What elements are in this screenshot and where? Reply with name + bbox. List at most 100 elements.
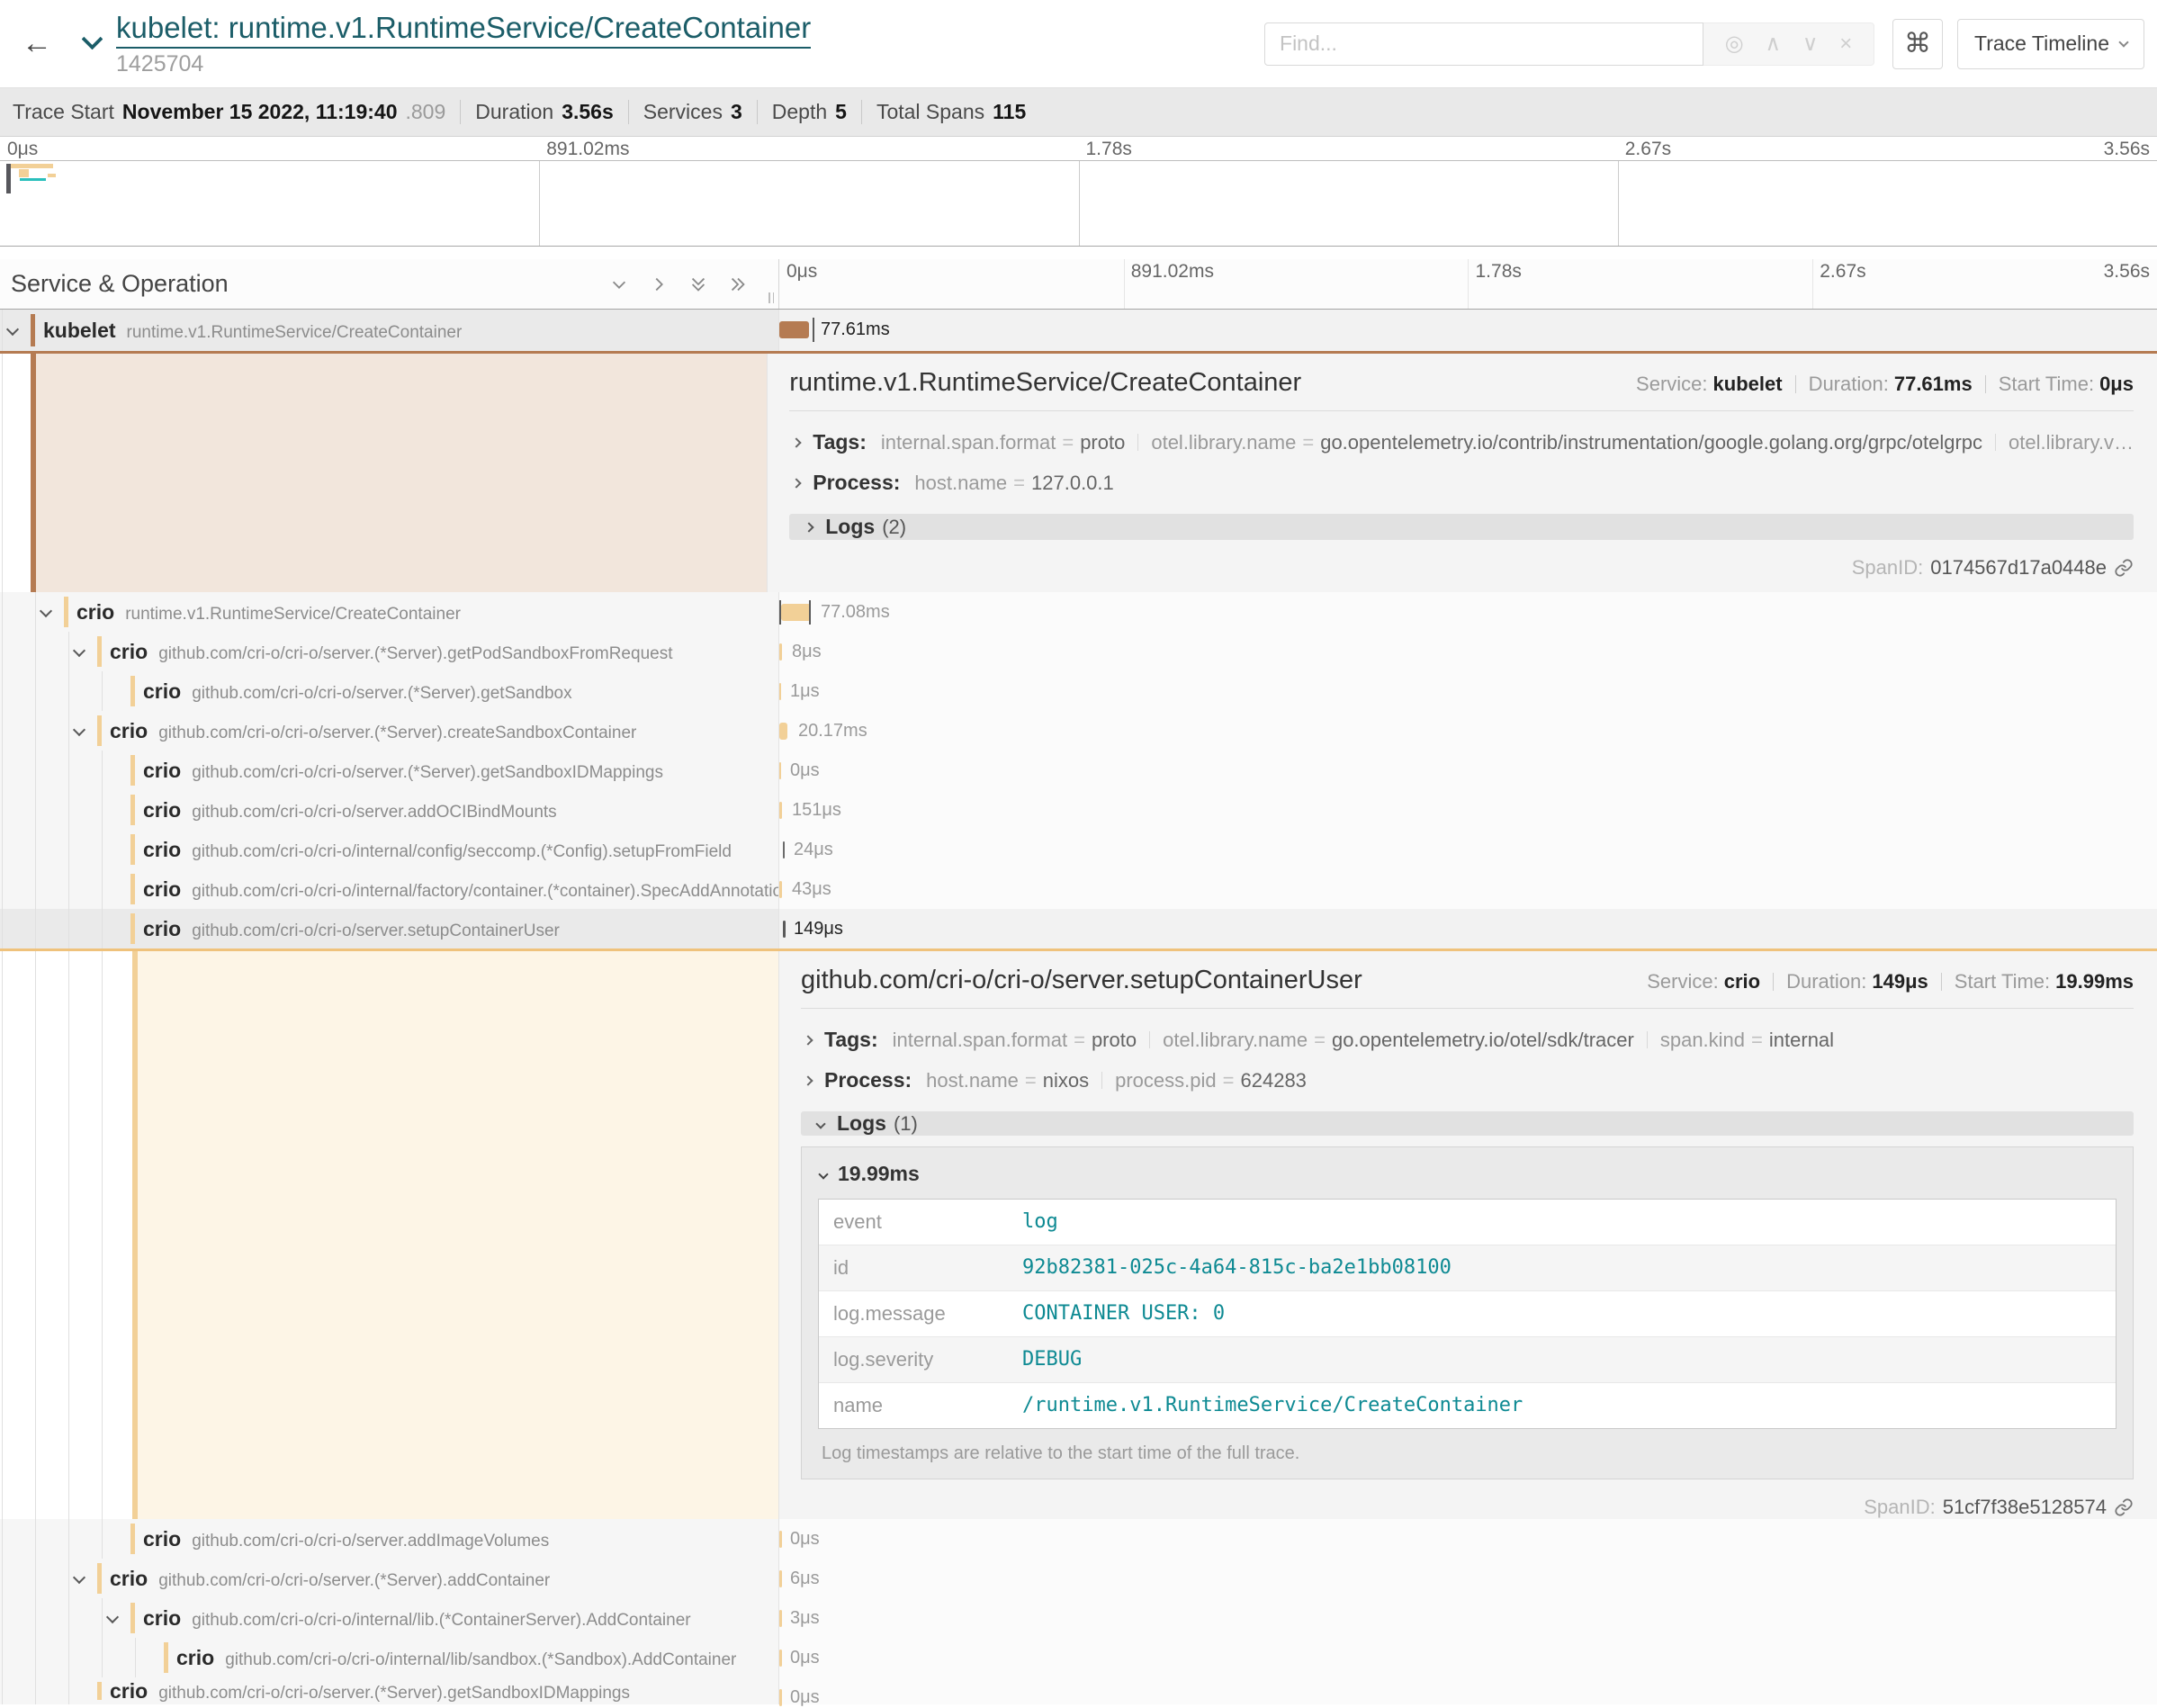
log-entry-accordion[interactable]: 19.99ms [818,1162,2117,1186]
collapse-all-icon[interactable] [688,274,708,294]
span-timeline-cell[interactable]: 6μs [779,1559,2157,1598]
copy-link-icon[interactable] [2114,558,2134,578]
timeline-minimap[interactable] [0,160,2157,247]
span-duration-bar[interactable] [779,643,782,661]
span-name-cell[interactable]: crio github.com/cri-o/cri-o/internal/fac… [0,869,779,909]
tags-accordion[interactable]: Tags: internal.span.format=proto otel.li… [789,430,2134,454]
span-row-seccomp-setupfromfield[interactable]: crio github.com/cri-o/cri-o/internal/con… [0,830,2157,869]
span-name-cell[interactable]: crio github.com/cri-o/cri-o/server.(*Ser… [0,1677,779,1704]
find-input[interactable] [1264,22,1703,66]
span-timeline-cell[interactable]: 43μs [779,869,2157,909]
collapse-children-button[interactable] [75,643,84,660]
span-row-addocibindmounts[interactable]: crio github.com/cri-o/cri-o/server.addOC… [0,790,2157,830]
span-timeline-cell[interactable]: 151μs [779,790,2157,830]
find-next-icon[interactable]: ∨ [1802,33,1819,55]
collapse-children-button[interactable] [8,322,17,338]
span-name-cell[interactable]: crio runtime.v1.RuntimeService/CreateCon… [0,592,779,632]
service-name: crio [110,640,148,664]
span-name-cell[interactable]: crio github.com/cri-o/cri-o/server.(*Ser… [0,1559,779,1598]
span-name-cell[interactable]: crio github.com/cri-o/cri-o/server.(*Ser… [0,751,779,790]
logs-accordion-collapsed[interactable]: Logs (2) [789,514,2134,540]
span-duration-bar[interactable] [779,1610,782,1627]
service-color-bar [130,834,135,865]
locate-span-icon[interactable]: ◎ [1725,33,1744,55]
span-duration-bar[interactable] [779,762,781,779]
collapse-children-button[interactable] [41,604,50,620]
span-duration-bar[interactable] [781,604,811,621]
span-timeline-cell[interactable]: 77.61ms [779,310,2157,351]
span-timeline-cell[interactable]: 3μs [779,1598,2157,1638]
expand-one-icon[interactable] [649,274,669,294]
chevron-down-icon [6,323,19,336]
span-duration-bar[interactable] [779,1650,782,1667]
span-name-cell[interactable]: crio github.com/cri-o/cri-o/internal/lib… [0,1598,779,1638]
span-timeline-cell[interactable]: 20.17ms [779,711,2157,751]
span-row-specaddannotations[interactable]: crio github.com/cri-o/cri-o/internal/fac… [0,869,2157,909]
span-row-addimagevolumes[interactable]: crio github.com/cri-o/cri-o/server.addIm… [0,1519,2157,1559]
clear-search-icon[interactable]: × [1839,33,1852,55]
span-name-cell[interactable]: crio github.com/cri-o/cri-o/server.(*Ser… [0,632,779,671]
span-row-getsandbox[interactable]: crio github.com/cri-o/cri-o/server.(*Ser… [0,671,2157,711]
trace-title-link[interactable]: kubelet: runtime.v1.RuntimeService/Creat… [116,11,811,49]
span-row-getsandboxidmappings-2[interactable]: crio github.com/cri-o/cri-o/server.(*Ser… [0,1677,2157,1704]
span-name-cell[interactable]: crio github.com/cri-o/cri-o/internal/lib… [0,1638,779,1677]
span-timeline-cell[interactable]: 149μs [779,909,2157,948]
span-duration-bar[interactable] [779,1689,782,1706]
span-name-cell[interactable]: crio github.com/cri-o/cri-o/server.(*Ser… [0,671,779,711]
span-timeline-cell[interactable]: 24μs [779,830,2157,869]
tags-accordion[interactable]: Tags: internal.span.format=proto otel.li… [801,1028,2134,1052]
span-duration-bar[interactable] [783,921,786,938]
collapse-trace-header-button[interactable] [85,31,100,51]
span-duration-bar[interactable] [779,881,782,898]
process-accordion[interactable]: Process: host.name=nixos process.pid=624… [801,1068,2134,1092]
collapse-one-icon[interactable] [609,274,629,294]
span-row-crio-createcontainer[interactable]: crio runtime.v1.RuntimeService/CreateCon… [0,592,2157,632]
keyboard-shortcuts-button[interactable]: ⌘ [1892,19,1943,69]
span-name-cell[interactable]: crio github.com/cri-o/cri-o/server.setup… [0,909,779,948]
span-name-cell[interactable]: crio github.com/cri-o/cri-o/internal/con… [0,830,779,869]
minimap-span-bar [11,164,53,168]
collapse-children-button[interactable] [75,723,84,739]
span-timeline-cell[interactable]: 1μs [779,671,2157,711]
span-timeline-cell[interactable]: 0μs [779,1638,2157,1677]
span-duration-bar[interactable] [779,1531,782,1548]
span-row-setupcontaineruser[interactable]: crio github.com/cri-o/cri-o/server.setup… [0,909,2157,948]
span-duration-bar[interactable] [779,321,809,338]
span-timeline-cell[interactable]: 0μs [779,1519,2157,1559]
expand-all-icon[interactable] [728,274,748,294]
chevron-down-icon [73,1571,85,1584]
copy-link-icon[interactable] [2114,1497,2134,1517]
span-row-lib-addcontainer[interactable]: crio github.com/cri-o/cri-o/internal/lib… [0,1598,2157,1638]
span-row-getpodsandboxfromrequest[interactable]: crio github.com/cri-o/cri-o/server.(*Ser… [0,632,2157,671]
span-name-cell[interactable]: kubelet runtime.v1.RuntimeService/Create… [0,310,779,351]
trace-view-selector[interactable]: Trace Timeline [1957,19,2144,69]
span-duration-bar[interactable] [779,802,782,819]
span-timeline-cell[interactable]: 0μs [779,1677,2157,1704]
span-name-cell[interactable]: crio github.com/cri-o/cri-o/server.(*Ser… [0,711,779,751]
span-timeline-cell[interactable]: 77.08ms [779,592,2157,632]
span-name-cell[interactable]: crio github.com/cri-o/cri-o/server.addIm… [0,1519,779,1559]
span-duration-bar[interactable] [779,723,787,740]
span-detail-row-setupcontaineruser: github.com/cri-o/cri-o/server.setupConta… [0,948,2157,1519]
process-accordion[interactable]: Process: host.name=127.0.0.1 [789,471,2134,495]
span-name-cell[interactable]: crio github.com/cri-o/cri-o/server.addOC… [0,790,779,830]
span-row-createsandboxcontainer[interactable]: crio github.com/cri-o/cri-o/server.(*Ser… [0,711,2157,751]
collapse-children-button[interactable] [75,1570,84,1587]
span-row-sandbox-addcontainer[interactable]: crio github.com/cri-o/cri-o/internal/lib… [0,1638,2157,1677]
tag-value: internal [1769,1029,1834,1051]
span-duration-bar[interactable] [779,683,781,700]
operation-name: github.com/cri-o/cri-o/internal/config/s… [192,842,732,862]
operation-name: github.com/cri-o/cri-o/server.setupConta… [192,921,560,941]
span-duration-bar[interactable] [783,841,785,858]
span-timeline-cell[interactable]: 8μs [779,632,2157,671]
span-duration-bar[interactable] [779,1570,782,1587]
span-timeline-cell[interactable]: 0μs [779,751,2157,790]
span-row-getsandboxidmappings[interactable]: crio github.com/cri-o/cri-o/server.(*Ser… [0,751,2157,790]
column-resizer-handle[interactable] [768,292,774,303]
logs-accordion-expanded[interactable]: Logs (1) [801,1111,2134,1136]
span-row-kubelet-createcontainer[interactable]: kubelet runtime.v1.RuntimeService/Create… [0,310,2157,351]
find-prev-icon[interactable]: ∧ [1766,33,1782,55]
collapse-children-button[interactable] [108,1610,117,1626]
back-button[interactable]: ← [13,17,61,71]
span-row-addcontainer[interactable]: crio github.com/cri-o/cri-o/server.(*Ser… [0,1559,2157,1598]
